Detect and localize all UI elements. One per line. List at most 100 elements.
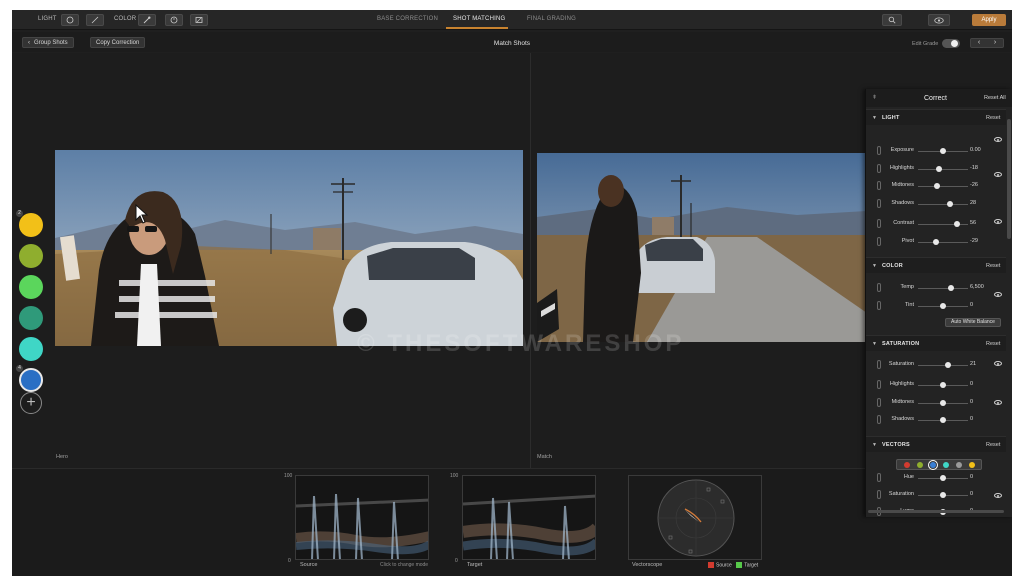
slider-track[interactable]: [918, 242, 968, 243]
vector-color-dot[interactable]: [968, 461, 975, 468]
slider-label: Highlights: [889, 165, 914, 171]
shot-swatch-cyan[interactable]: [19, 337, 43, 361]
slider-value[interactable]: 0: [970, 416, 988, 422]
slider-value[interactable]: 0: [970, 399, 988, 405]
tab-final-grading[interactable]: FINAL GRADING: [527, 16, 576, 22]
color-clock-tool-button[interactable]: [165, 14, 183, 26]
slider-value[interactable]: 28: [970, 200, 988, 206]
shot-swatch-green[interactable]: [19, 275, 43, 299]
slider-track[interactable]: [918, 365, 968, 366]
slider-value[interactable]: 6,500: [970, 284, 988, 290]
slider-value[interactable]: -29: [970, 238, 988, 244]
slider-thumb[interactable]: [945, 362, 951, 368]
light-visibility-eye-icon[interactable]: [994, 137, 1002, 142]
saturation-reset-button[interactable]: Reset: [986, 341, 1000, 347]
compare-tool-button[interactable]: [190, 14, 208, 26]
light-slider-row: Shadows 28: [866, 198, 1006, 210]
shot-swatch-olive[interactable]: [19, 244, 43, 268]
color-section-header[interactable]: ▼ COLOR Reset: [866, 257, 1006, 273]
light-visibility-eye-icon[interactable]: [994, 219, 1002, 224]
slider-thumb[interactable]: [940, 400, 946, 406]
saturation-visibility-eye-icon[interactable]: [994, 361, 1002, 366]
vector-color-dot[interactable]: [916, 461, 923, 468]
shot-swatch-blue[interactable]: [19, 368, 43, 392]
vector-color-dot[interactable]: [903, 461, 910, 468]
slider-thumb[interactable]: [940, 303, 946, 309]
previous-shot-button[interactable]: ‹: [971, 39, 987, 47]
slider-thumb[interactable]: [947, 201, 953, 207]
reset-all-button[interactable]: Reset All: [984, 95, 1006, 101]
vectorscope[interactable]: [628, 475, 762, 560]
vector-color-dot[interactable]: [927, 459, 938, 470]
eyedropper-tool-button[interactable]: [138, 14, 156, 26]
slider-thumb[interactable]: [940, 475, 946, 481]
vectors-section-header[interactable]: ▼ VECTORS Reset: [866, 436, 1006, 452]
panel-scrollbar[interactable]: [1007, 119, 1011, 239]
hero-image[interactable]: [55, 150, 523, 346]
slider-value[interactable]: -18: [970, 165, 988, 171]
pin-icon[interactable]: ⇞: [872, 94, 877, 101]
slider-thumb[interactable]: [954, 221, 960, 227]
apply-button[interactable]: Apply: [972, 14, 1006, 26]
saturation-visibility-eye-icon[interactable]: [994, 400, 1002, 405]
slider-track[interactable]: [918, 204, 968, 205]
slider-value[interactable]: 56: [970, 220, 988, 226]
color-reset-button[interactable]: Reset: [986, 263, 1000, 269]
slider-thumb[interactable]: [933, 183, 940, 189]
shot-nav: ‹ ›: [970, 38, 1004, 48]
group-shots-button[interactable]: ‹ Group Shots: [22, 37, 74, 48]
target-axis-bottom: 0: [455, 558, 458, 564]
tab-shot-matching[interactable]: SHOT MATCHING: [453, 16, 505, 22]
edit-grade-toggle[interactable]: [942, 39, 960, 48]
compare-icon: [195, 17, 203, 23]
copy-correction-button[interactable]: Copy Correction: [90, 37, 146, 48]
slider-value[interactable]: 21: [970, 361, 988, 367]
slider-value[interactable]: 0: [970, 491, 988, 497]
slider-track[interactable]: [918, 288, 968, 289]
preview-button[interactable]: [928, 14, 950, 26]
slider-thumb[interactable]: [940, 148, 946, 154]
slider-thumb[interactable]: [940, 492, 946, 498]
color-section-title: COLOR: [882, 263, 903, 269]
add-swatch-button[interactable]: +: [20, 392, 42, 414]
auto-white-balance-button[interactable]: Auto White Balance: [945, 318, 1001, 327]
slider-thumb[interactable]: [933, 239, 939, 245]
shot-swatch-teal[interactable]: [19, 306, 43, 330]
slider-value[interactable]: 0.00: [970, 147, 988, 153]
group-shots-label: Group Shots: [34, 39, 68, 46]
color-visibility-eye-icon[interactable]: [994, 292, 1002, 297]
slider-value[interactable]: 0: [970, 474, 988, 480]
vector-color-dot[interactable]: [942, 461, 949, 468]
swatch-count-badge: 4: [16, 365, 23, 372]
slider-track[interactable]: [918, 186, 968, 187]
saturation-section-header[interactable]: ▼ SATURATION Reset: [866, 335, 1006, 351]
slider-value[interactable]: -26: [970, 182, 988, 188]
next-shot-button[interactable]: ›: [987, 39, 1003, 47]
panel-horizontal-scrollbar[interactable]: [868, 510, 1004, 513]
slider-thumb[interactable]: [948, 285, 954, 291]
vector-color-dot[interactable]: [955, 461, 962, 468]
slider-value[interactable]: 0: [970, 302, 988, 308]
shot-swatch-yellow[interactable]: [19, 213, 43, 237]
light-circle-tool-button[interactable]: [61, 14, 79, 26]
slider-track[interactable]: [918, 224, 968, 225]
light-slider-row: Contrast 56: [866, 218, 1006, 230]
app-window: LIGHT COLOR BASE CORRECTION SHOT MATCHIN…: [12, 10, 1012, 576]
light-section-header[interactable]: ▼ LIGHT Reset: [866, 109, 1006, 125]
tab-base-correction[interactable]: BASE CORRECTION: [377, 16, 438, 22]
light-visibility-eye-icon[interactable]: [994, 172, 1002, 177]
search-button[interactable]: [882, 14, 902, 26]
change-mode-hint[interactable]: Click to change mode: [380, 562, 428, 568]
slider-thumb[interactable]: [935, 166, 942, 172]
source-waveform[interactable]: [295, 475, 429, 560]
vectors-visibility-eye-icon[interactable]: [994, 493, 1002, 498]
slider-thumb[interactable]: [940, 382, 946, 388]
vectors-reset-button[interactable]: Reset: [986, 442, 1000, 448]
match-image[interactable]: [537, 153, 867, 342]
slider-value[interactable]: 0: [970, 381, 988, 387]
light-reset-button[interactable]: Reset: [986, 115, 1000, 121]
slider-thumb[interactable]: [940, 417, 946, 423]
target-waveform[interactable]: [462, 475, 596, 560]
slider-track[interactable]: [918, 169, 968, 170]
light-brush-tool-button[interactable]: [86, 14, 104, 26]
